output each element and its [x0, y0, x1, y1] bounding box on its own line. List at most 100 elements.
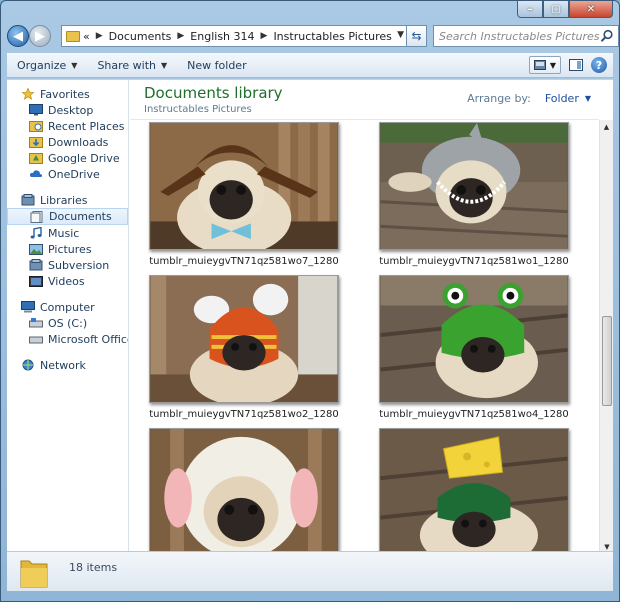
photo-thumbnail[interactable] — [379, 122, 569, 250]
pictures-icon — [29, 244, 43, 255]
forward-button[interactable]: ▶ — [29, 25, 51, 47]
maximize-button[interactable]: ▢ — [543, 1, 569, 18]
file-item[interactable]: tumblr_muieygvTN71qz581wo4_1280 — [378, 275, 570, 428]
file-name[interactable]: tumblr_muieygvTN71qz581wo7_1280 — [149, 256, 339, 267]
navigation-pane: Favorites Desktop Recent Places Download… — [7, 80, 129, 554]
documents-icon — [30, 210, 43, 223]
item-count: 18 items — [69, 561, 118, 574]
breadcrumb-documents[interactable]: Documents — [109, 30, 172, 43]
sidebar-item-label: Desktop — [48, 103, 94, 117]
chevron-down-icon[interactable]: ▼ — [550, 61, 556, 70]
navigation-bar: ◀ ▶ « ▶ Documents ▶ English 314 ▶ Instru… — [7, 25, 619, 47]
scroll-thumb[interactable] — [602, 316, 612, 406]
sidebar-item-onedrive[interactable]: OneDrive — [7, 166, 128, 182]
sidebar-item-label: Network — [40, 358, 86, 372]
file-name[interactable]: tumblr_muieygvTN71qz581wo2_1280 — [149, 409, 339, 420]
address-dropdown-icon[interactable]: ▼ — [397, 30, 404, 40]
vertical-scrollbar[interactable]: ▲ ▼ — [599, 120, 613, 554]
file-item[interactable] — [148, 428, 340, 554]
photo-thumbnail[interactable] — [149, 428, 339, 554]
file-name[interactable]: tumblr_muieygvTN71qz581wo4_1280 — [379, 409, 569, 420]
computer-icon — [21, 301, 35, 313]
file-item[interactable]: tumblr_muieygvTN71qz581wo7_1280 — [148, 122, 340, 275]
details-pane: 18 items — [7, 551, 613, 591]
downloads-icon — [29, 137, 43, 148]
scroll-up-icon[interactable]: ▲ — [600, 120, 613, 134]
subversion-icon — [29, 259, 43, 271]
pug-photo — [150, 429, 338, 554]
file-grid: tumblr_muieygvTN71qz581wo7_1280 tumblr_m… — [148, 122, 578, 554]
sidebar-item-downloads[interactable]: Downloads — [7, 134, 128, 150]
music-icon — [30, 227, 42, 239]
sidebar-item-label: Microsoft Office Clic — [48, 332, 128, 346]
sidebar-item-label: Favorites — [40, 87, 90, 101]
close-button[interactable]: ✕ — [569, 1, 613, 18]
libraries-group: Libraries Documents Music Pictures Subve… — [7, 192, 128, 289]
arrange-by: Arrange by: Folder ▼ — [467, 92, 591, 105]
explorer-body: Favorites Desktop Recent Places Download… — [7, 79, 613, 554]
file-item[interactable]: tumblr_muieygvTN71qz581wo1_1280 — [378, 122, 570, 275]
photo-thumbnail[interactable] — [149, 122, 339, 250]
sidebar-item-favorites[interactable]: Favorites — [7, 86, 128, 102]
breadcrumb-overflow[interactable]: « — [83, 30, 90, 43]
sidebar-item-videos[interactable]: Videos — [7, 273, 128, 289]
sidebar-item-music[interactable]: Music — [7, 225, 128, 241]
google-drive-icon — [29, 153, 43, 164]
new-folder-label: New folder — [187, 58, 247, 72]
organize-button[interactable]: Organize ▼ — [7, 59, 87, 72]
photo-thumbnail[interactable] — [379, 275, 569, 403]
arrange-by-value: Folder — [544, 92, 579, 105]
search-input[interactable]: Search Instructables Pictures — [433, 25, 619, 47]
caption-buttons: – ▢ ✕ — [517, 1, 613, 18]
file-item[interactable] — [378, 428, 570, 554]
breadcrumb-separator-icon[interactable]: ▶ — [261, 31, 268, 41]
sidebar-item-desktop[interactable]: Desktop — [7, 102, 128, 118]
close-icon: ✕ — [586, 3, 596, 15]
search-placeholder: Search Instructables Pictures — [439, 29, 600, 43]
change-view-button[interactable]: ▼ — [529, 56, 561, 74]
sidebar-item-pictures[interactable]: Pictures — [7, 241, 128, 257]
breadcrumb-instructables-pictures[interactable]: Instructables Pictures — [273, 30, 391, 43]
pug-photo — [380, 123, 568, 249]
photo-thumbnail[interactable] — [149, 275, 339, 403]
sidebar-item-documents[interactable]: Documents — [7, 208, 128, 225]
address-bar[interactable]: « ▶ Documents ▶ English 314 ▶ Instructab… — [61, 25, 407, 47]
arrange-by-dropdown[interactable]: Folder ▼ — [545, 92, 591, 105]
desktop-icon — [29, 104, 43, 116]
sidebar-item-computer[interactable]: Computer — [7, 299, 128, 315]
sidebar-item-label: Computer — [40, 300, 95, 314]
folder-icon — [19, 555, 49, 589]
recent-places-icon — [29, 121, 43, 132]
refresh-button[interactable]: ⇆ — [407, 25, 427, 47]
back-button[interactable]: ◀ — [7, 25, 29, 47]
libraries-icon — [21, 194, 35, 206]
search-icon[interactable] — [600, 29, 614, 43]
sidebar-item-os-c[interactable]: OS (C:) — [7, 315, 128, 331]
minimize-button[interactable]: – — [517, 1, 543, 18]
preview-pane-icon — [569, 59, 583, 71]
sidebar-item-label: Google Drive — [48, 151, 120, 165]
sidebar-item-subversion[interactable]: Subversion — [7, 257, 128, 273]
sidebar-item-office-click[interactable]: Microsoft Office Clic — [7, 331, 128, 347]
photo-thumbnail[interactable] — [379, 428, 569, 554]
sidebar-item-libraries[interactable]: Libraries — [7, 192, 128, 208]
breadcrumb-separator-icon: ▶ — [95, 31, 103, 41]
pug-photo — [380, 429, 568, 554]
breadcrumb-separator-icon[interactable]: ▶ — [177, 31, 184, 41]
file-name[interactable]: tumblr_muieygvTN71qz581wo1_1280 — [379, 256, 569, 267]
help-button[interactable]: ? — [591, 57, 607, 73]
sidebar-item-google-drive[interactable]: Google Drive — [7, 150, 128, 166]
sidebar-item-network[interactable]: Network — [7, 357, 128, 373]
drive-icon — [29, 336, 43, 344]
share-with-button[interactable]: Share with ▼ — [87, 59, 177, 72]
breadcrumb-english-314[interactable]: English 314 — [190, 30, 254, 43]
library-subtitle[interactable]: Instructables Pictures — [144, 104, 585, 115]
file-item[interactable]: tumblr_muieygvTN71qz581wo2_1280 — [148, 275, 340, 428]
minimize-icon: – — [527, 3, 533, 15]
new-folder-button[interactable]: New folder — [177, 59, 256, 72]
explorer-window: – ▢ ✕ ◀ ▶ « ▶ Documents ▶ English 314 ▶ … — [0, 0, 620, 602]
favorites-group: Favorites Desktop Recent Places Download… — [7, 86, 128, 182]
view-controls: ▼ ? — [529, 56, 607, 74]
preview-pane-button[interactable] — [567, 56, 585, 74]
sidebar-item-recent-places[interactable]: Recent Places — [7, 118, 128, 134]
